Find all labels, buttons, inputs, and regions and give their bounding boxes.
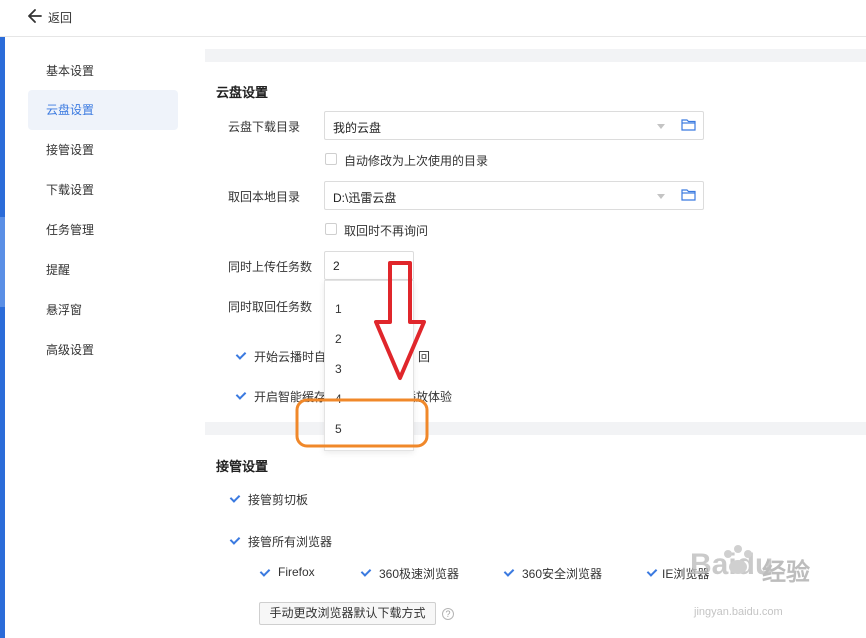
highlight-box-annotation [295,398,429,448]
watermark-cn: 经验 [762,559,810,586]
watermark-url: jingyan.baidu.com [694,606,783,618]
paw-icon [718,542,758,585]
red-arrow-annotation [374,261,426,380]
baidu-watermark: Baidu 经验 jingyan.baidu.com [690,540,860,636]
